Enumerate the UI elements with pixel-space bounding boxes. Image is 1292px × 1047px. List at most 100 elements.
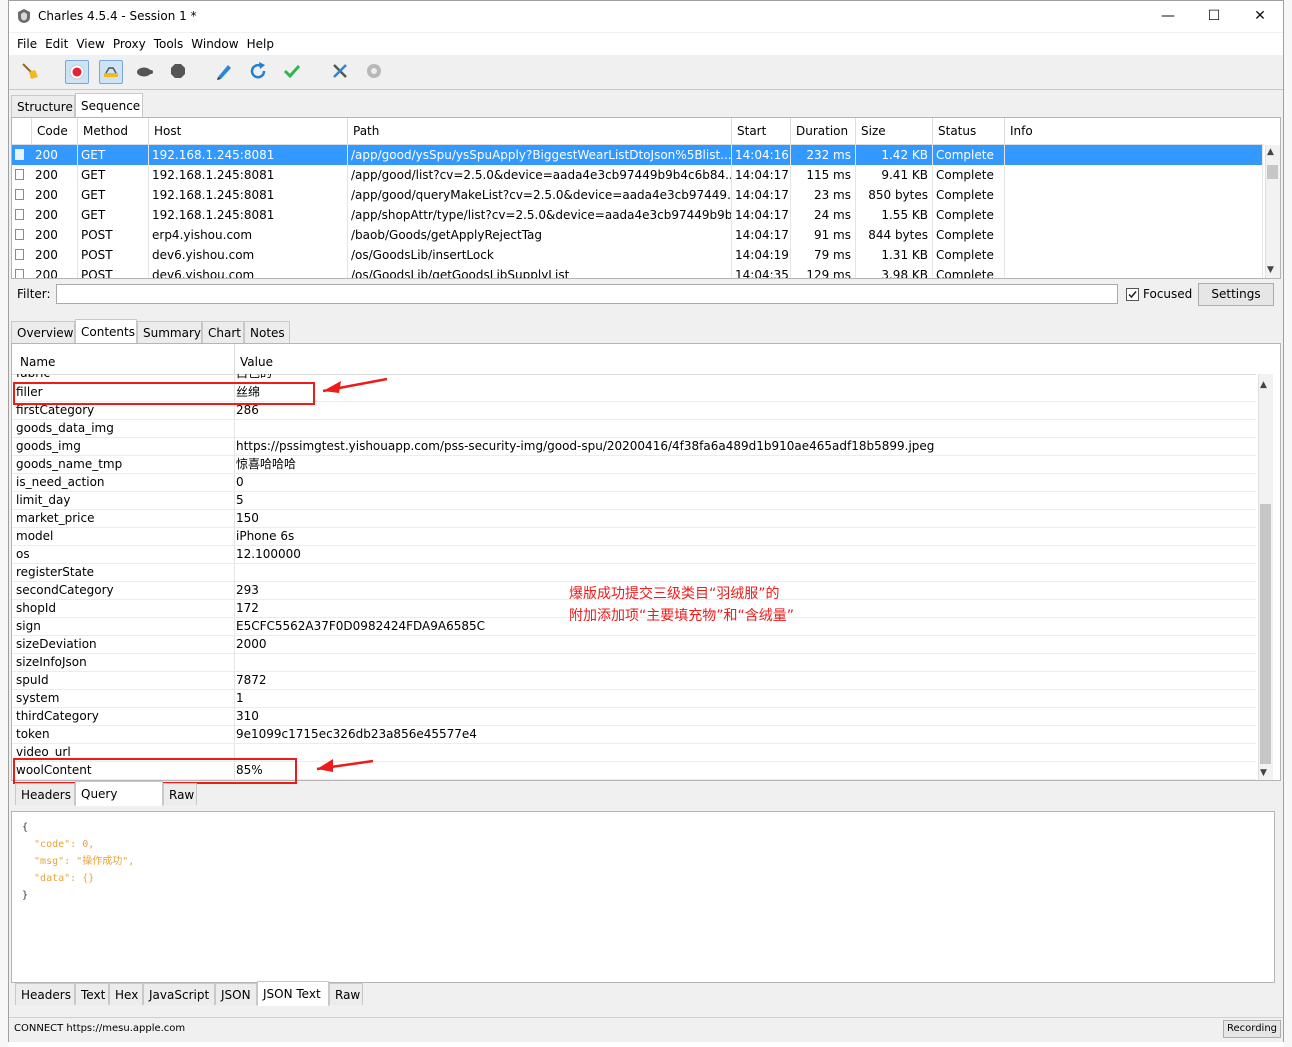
kv-scroll-up-icon[interactable]: ▲ <box>1260 380 1267 390</box>
compose-button[interactable] <box>213 60 237 84</box>
header-path[interactable]: Path <box>348 118 732 144</box>
kv-row[interactable]: token 9e1099c1715ec326db23a856e45577e4 <box>12 725 1256 744</box>
param-name: is_need_action <box>16 475 105 489</box>
focused-checkbox[interactable] <box>1126 288 1139 301</box>
header-method[interactable]: Method <box>78 118 149 144</box>
kv-row[interactable]: registerState <box>12 563 1256 582</box>
param-name: goods_data_img <box>16 421 114 435</box>
tab-overview[interactable]: Overview <box>11 321 75 343</box>
kv-row[interactable]: market_price 150 <box>12 509 1256 528</box>
tab-response-json[interactable]: JSON <box>215 983 257 1005</box>
kv-scroll-down-icon[interactable]: ▼ <box>1260 768 1267 778</box>
kv-row[interactable]: os 12.100000 <box>12 545 1256 564</box>
scroll-up-icon[interactable]: ▲ <box>1267 147 1274 157</box>
table-scrollbar[interactable]: ▲ ▼ <box>1265 145 1280 278</box>
header-duration[interactable]: Duration <box>791 118 856 144</box>
repeat-button[interactable] <box>247 60 271 84</box>
tools-button[interactable] <box>329 60 353 84</box>
cell-start: 14:04:17 <box>732 205 791 225</box>
tab-response-hex[interactable]: Hex <box>109 983 143 1005</box>
menu-proxy[interactable]: Proxy <box>109 33 150 55</box>
table-row[interactable]: 200 POST dev6.yishou.com/os/GoodsLib/inser… <box>12 245 1263 265</box>
menu-view[interactable]: View <box>72 33 108 55</box>
broom-button[interactable] <box>19 60 43 84</box>
kv-row[interactable]: sizeDeviation 2000 <box>12 635 1256 654</box>
kv-row[interactable]: goods_data_img <box>12 419 1256 438</box>
tab-query-string[interactable]: Query String <box>75 781 163 826</box>
kv-scrollbar[interactable]: ▲ ▼ <box>1258 374 1273 780</box>
settings-button[interactable] <box>363 60 387 84</box>
tab-request-headers[interactable]: Headers <box>15 783 75 805</box>
turtle-button[interactable] <box>133 60 157 84</box>
menu-tools[interactable]: Tools <box>150 33 188 55</box>
kv-scroll-thumb[interactable] <box>1260 504 1271 764</box>
record-button[interactable] <box>65 60 89 84</box>
kv-row[interactable]: model iPhone 6s <box>12 527 1256 546</box>
header-info[interactable]: Info <box>1005 118 1263 144</box>
scroll-thumb[interactable] <box>1267 165 1278 179</box>
minimize-button[interactable]: — <box>1145 1 1191 32</box>
header-host[interactable]: Host <box>149 118 348 144</box>
tab-chart[interactable]: Chart <box>202 321 244 343</box>
kv-row[interactable]: system 1 <box>12 689 1256 708</box>
kv-header-value[interactable]: Value <box>240 355 273 369</box>
header-start[interactable]: Start <box>732 118 791 144</box>
cell-size: 9.41 KB <box>856 165 933 185</box>
cell-path: /app/good/list?cv=2.5.0&device=aada4e3cb… <box>348 165 732 185</box>
kv-header-name[interactable]: Name <box>20 355 55 369</box>
tab-sequence[interactable]: Sequence <box>75 93 143 118</box>
tab-request-raw[interactable]: Raw <box>163 783 197 805</box>
table-row[interactable]: 200 POST erp4.yishou.com/baob/Goods/getApp… <box>12 225 1263 245</box>
param-value: E5CFC5562A37F0D0982424FDA9A6585C <box>236 619 486 633</box>
table-row[interactable]: 200 GET 192.168.1.245:8081/app/good/queryM… <box>12 185 1263 205</box>
table-row[interactable]: 200 POST dev6.yishou.com/os/GoodsLib/getGo… <box>12 265 1263 278</box>
response-body[interactable]: { "code": 0, "msg": "操作成功", "data": {}} <box>11 811 1275 983</box>
kv-row[interactable]: limit_day 5 <box>12 491 1256 510</box>
tab-contents[interactable]: Contents <box>75 319 137 344</box>
kv-row[interactable]: sizeInfoJson <box>12 653 1256 672</box>
tab-response-raw[interactable]: Raw <box>329 983 363 1005</box>
tab-structure[interactable]: Structure <box>11 95 75 117</box>
tab-summary[interactable]: Summary <box>137 321 202 343</box>
menu-file[interactable]: File <box>13 33 41 55</box>
param-value: 0 <box>236 475 244 489</box>
kv-row[interactable]: is_need_action 0 <box>12 473 1256 492</box>
tab-response-javascript[interactable]: JavaScript <box>143 983 215 1005</box>
param-name: market_price <box>16 511 95 525</box>
filler-highlight-box <box>13 382 315 405</box>
document-icon <box>15 229 24 240</box>
menu-help[interactable]: Help <box>243 33 278 55</box>
throttle-button[interactable] <box>99 60 123 84</box>
table-row[interactable]: 200 GET 192.168.1.245:8081/app/good/ysSpu/… <box>12 145 1263 165</box>
cell-method: POST <box>78 225 149 245</box>
header-size[interactable]: Size <box>856 118 933 144</box>
menu-edit[interactable]: Edit <box>41 33 72 55</box>
scroll-down-icon[interactable]: ▼ <box>1267 265 1274 275</box>
close-button[interactable]: ✕ <box>1237 1 1283 32</box>
table-row[interactable]: 200 GET 192.168.1.245:8081/app/shopAttr/ty… <box>12 205 1263 225</box>
cell-info <box>1005 185 1263 205</box>
kv-row[interactable]: spuId 7872 <box>12 671 1256 690</box>
tab-response-headers[interactable]: Headers <box>15 983 75 1005</box>
menu-window[interactable]: Window <box>187 33 242 55</box>
validate-button[interactable] <box>281 60 305 84</box>
header-status[interactable]: Status <box>933 118 1005 144</box>
cell-path: /baob/Goods/getApplyRejectTag <box>348 225 732 245</box>
tab-notes[interactable]: Notes <box>244 321 290 343</box>
filter-input[interactable] <box>56 284 1118 304</box>
view-tabs: Structure Sequence <box>11 93 1281 118</box>
settings-filter-button[interactable]: Settings <box>1198 283 1274 306</box>
kv-row[interactable]: goods_name_tmp 惊喜哈哈哈 <box>12 455 1256 474</box>
refresh-icon <box>250 62 266 79</box>
recording-indicator[interactable]: Recording <box>1223 1020 1281 1038</box>
kv-row[interactable]: goods_img https://pssimgtest.yishouapp.co… <box>12 437 1256 456</box>
breakpoint-button[interactable] <box>167 60 191 84</box>
kv-row[interactable]: thirdCategory 310 <box>12 707 1256 726</box>
tab-response-text[interactable]: Text <box>75 983 109 1005</box>
maximize-button[interactable]: ☐ <box>1191 1 1237 32</box>
table-row[interactable]: 200 GET 192.168.1.245:8081/app/good/list?c… <box>12 165 1263 185</box>
tab-response-json-text[interactable]: JSON Text <box>257 981 329 1006</box>
gear-icon <box>367 64 381 78</box>
json-line: "code": 0, <box>22 839 95 850</box>
header-code[interactable]: Code <box>32 118 78 144</box>
